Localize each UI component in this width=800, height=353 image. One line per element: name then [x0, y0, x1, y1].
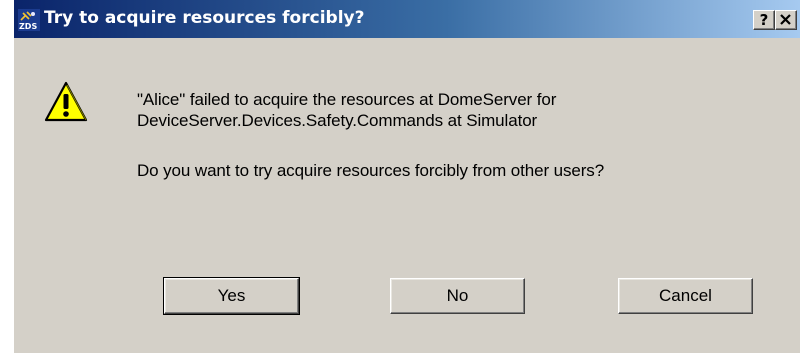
help-button[interactable]: ?	[753, 10, 775, 30]
no-button[interactable]: No	[390, 278, 525, 314]
dialog-window: ZDS Try to acquire resources forcibly? ?…	[14, 0, 800, 353]
app-icon-label: ZDS	[19, 22, 37, 31]
question-text: Do you want to try acquire resources for…	[137, 161, 605, 180]
cancel-button[interactable]: Cancel	[618, 278, 753, 314]
message-line-1: "Alice" failed to acquire the resources …	[137, 90, 557, 109]
message-line-2: DeviceServer.Devices.Safety.Commands at …	[137, 111, 538, 130]
title-bar[interactable]: ZDS Try to acquire resources forcibly? ?	[14, 0, 800, 38]
warning-icon	[44, 81, 88, 122]
close-button[interactable]	[775, 10, 797, 30]
close-icon	[780, 14, 791, 25]
help-icon: ?	[759, 11, 769, 29]
window-title: Try to acquire resources forcibly?	[44, 8, 365, 28]
yes-button[interactable]: Yes	[163, 277, 300, 315]
app-icon: ZDS	[18, 9, 40, 31]
